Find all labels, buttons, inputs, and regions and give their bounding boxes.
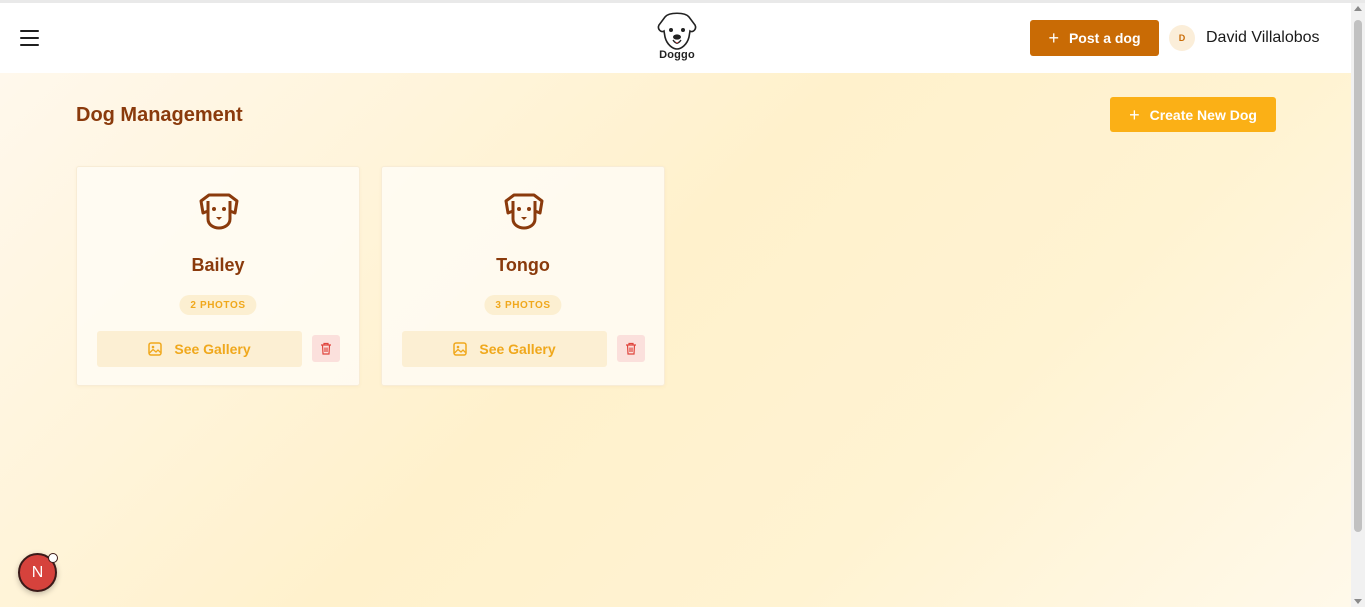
plus-icon: + xyxy=(1129,104,1140,125)
dog-card: Tongo 3 PHOTOS See Gallery xyxy=(381,166,665,386)
dog-face-icon xyxy=(504,193,544,230)
see-gallery-label: See Gallery xyxy=(174,341,251,357)
dog-name: Tongo xyxy=(496,255,550,275)
dev-tools-label: N xyxy=(31,563,44,581)
photos-count-badge: 2 PHOTOS xyxy=(179,295,257,315)
dog-face-icon xyxy=(199,193,239,230)
photos-count-badge: 3 PHOTOS xyxy=(484,295,562,315)
see-gallery-label: See Gallery xyxy=(479,341,556,357)
see-gallery-button[interactable]: See Gallery xyxy=(402,331,607,367)
user-name[interactable]: David Villalobos xyxy=(1206,29,1320,47)
main-content: Dog Management + Create New Dog Bailey 2… xyxy=(0,73,1351,607)
trash-icon xyxy=(626,342,636,355)
top-navbar: Doggo + Post a dog D David Villalobos xyxy=(0,3,1351,73)
logo-text: Doggo xyxy=(659,49,695,61)
scroll-thumb[interactable] xyxy=(1354,20,1362,532)
scroll-up-arrow-icon[interactable] xyxy=(1354,6,1362,11)
image-icon xyxy=(453,342,468,356)
create-new-dog-button[interactable]: + Create New Dog xyxy=(1110,97,1276,132)
image-icon xyxy=(148,342,163,356)
create-new-dog-label: Create New Dog xyxy=(1149,106,1257,123)
post-dog-label: Post a dog xyxy=(1068,30,1141,46)
scroll-down-arrow-icon[interactable] xyxy=(1354,599,1362,604)
dev-tools-badge[interactable]: N xyxy=(18,553,58,592)
menu-icon[interactable] xyxy=(20,30,40,46)
dog-card: Bailey 2 PHOTOS See Gallery xyxy=(76,166,360,386)
dog-logo-icon xyxy=(657,12,697,50)
page-title: Dog Management xyxy=(76,104,243,126)
logo[interactable]: Doggo xyxy=(652,11,702,63)
post-dog-button[interactable]: + Post a dog xyxy=(1030,20,1159,56)
vertical-scrollbar[interactable] xyxy=(1351,3,1365,607)
dog-name: Bailey xyxy=(191,255,245,275)
delete-dog-button[interactable] xyxy=(312,335,340,362)
avatar[interactable]: D xyxy=(1169,25,1195,51)
trash-icon xyxy=(321,342,331,355)
plus-icon: + xyxy=(1048,28,1059,48)
notification-dot xyxy=(48,553,58,563)
delete-dog-button[interactable] xyxy=(617,335,645,362)
see-gallery-button[interactable]: See Gallery xyxy=(97,331,302,367)
